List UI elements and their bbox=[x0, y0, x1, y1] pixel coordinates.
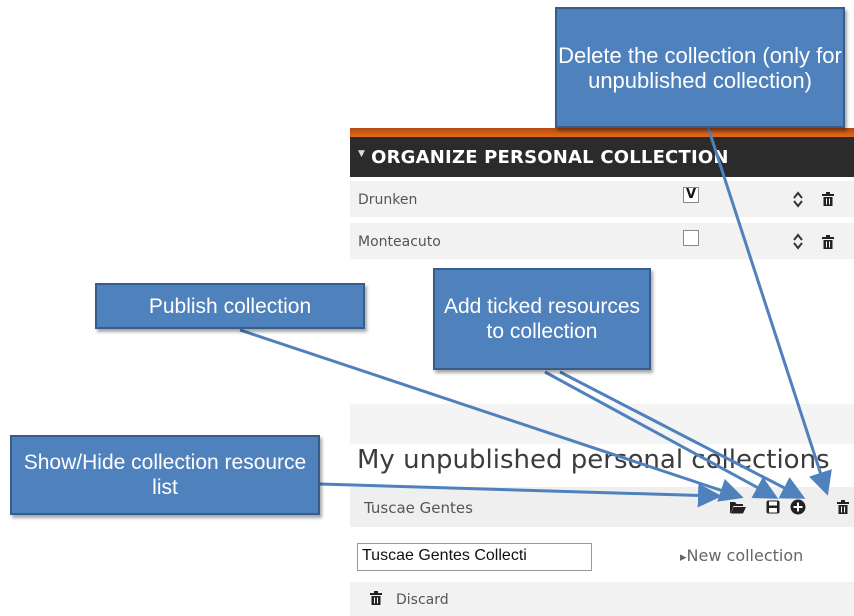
arrow-to-delete bbox=[703, 117, 832, 496]
publish-callout: Publish collection bbox=[95, 283, 365, 329]
showhide-callout: Show/Hide collection resource list bbox=[10, 435, 320, 515]
publish-callout-text: Publish collection bbox=[148, 294, 312, 318]
arrow-to-add bbox=[544, 370, 779, 499]
add-resources-callout-text: Add ticked resources to collection bbox=[443, 295, 641, 343]
add-resources-callout: Add ticked resources to collection bbox=[433, 268, 651, 370]
delete-callout: Delete the collection (only for unpublis… bbox=[555, 7, 845, 128]
showhide-callout-text: Show/Hide collection resource list bbox=[23, 451, 307, 499]
delete-callout-text: Delete the collection (only for unpublis… bbox=[558, 42, 842, 93]
arrow-to-showhide bbox=[319, 482, 722, 508]
